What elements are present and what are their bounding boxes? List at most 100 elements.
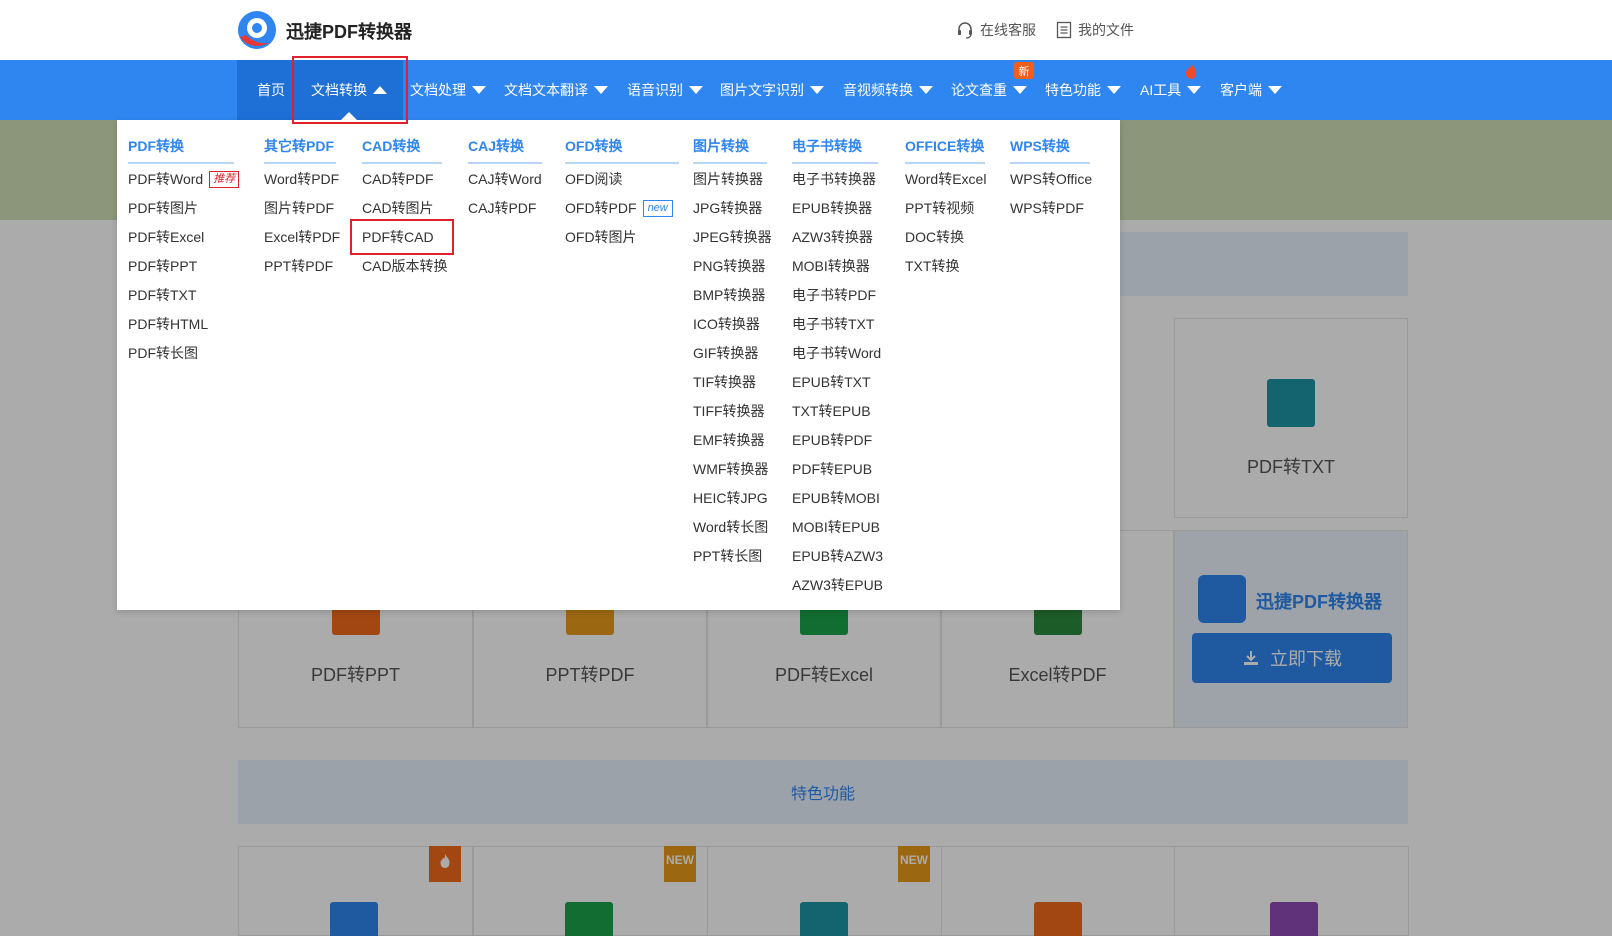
menu-item[interactable]: PPT转PDF <box>264 256 333 276</box>
nav-doc-process-label: 文档处理 <box>410 82 466 98</box>
nav-doc-convert-label: 文档转换 <box>311 82 367 98</box>
menu-item[interactable]: PDF转Word 推荐 <box>128 169 240 189</box>
menu-item[interactable]: Word转Excel <box>905 169 986 189</box>
menu-item[interactable]: ICO转换器 <box>693 314 760 334</box>
col-title-pdf: PDF转换 <box>128 138 184 154</box>
top-header: 迅捷PDF转换器 在线客服 我的文件 <box>0 0 1612 60</box>
online-service-link[interactable]: 在线客服 <box>956 20 1036 40</box>
nav-client[interactable]: 客户端 <box>1220 60 1282 120</box>
chevron-down-icon <box>594 86 608 94</box>
menu-item[interactable]: GIF转换器 <box>693 343 758 363</box>
menu-item[interactable]: PDF转长图 <box>128 343 198 363</box>
menu-item[interactable]: PDF转PPT <box>128 256 197 276</box>
chevron-down-icon <box>689 86 703 94</box>
nav-ocr[interactable]: 图片文字识别 <box>720 60 824 120</box>
menu-item-pdf-to-cad[interactable]: PDF转CAD <box>362 227 434 247</box>
nav-features[interactable]: 特色功能 <box>1045 60 1121 120</box>
nav-doc-convert[interactable]: 文档转换 <box>295 60 403 120</box>
nav-translate[interactable]: 文档文本翻译 <box>504 60 608 120</box>
chevron-down-icon <box>919 86 933 94</box>
menu-item[interactable]: 电子书转TXT <box>792 314 874 334</box>
menu-item[interactable]: BMP转换器 <box>693 285 765 305</box>
menu-item-label: OFD转PDF <box>565 200 637 216</box>
chevron-down-icon <box>472 86 486 94</box>
menu-item[interactable]: PDF转Excel <box>128 227 204 247</box>
menu-item[interactable]: JPG转换器 <box>693 198 762 218</box>
menu-item[interactable]: EPUB转TXT <box>792 372 871 392</box>
menu-item[interactable]: CAD转图片 <box>362 198 434 218</box>
menu-item[interactable]: EMF转换器 <box>693 430 765 450</box>
menu-item[interactable]: 电子书转PDF <box>792 285 876 305</box>
menu-item[interactable]: 图片转换器 <box>693 169 763 189</box>
menu-item[interactable]: PDF转EPUB <box>792 459 872 479</box>
col-title-cad: CAD转换 <box>362 138 421 154</box>
menu-item[interactable]: CAJ转PDF <box>468 198 536 218</box>
menu-item[interactable]: AZW3转换器 <box>792 227 873 247</box>
menu-item[interactable]: TIF转换器 <box>693 372 756 392</box>
divider <box>468 162 542 164</box>
nav-client-label: 客户端 <box>1220 82 1262 98</box>
menu-item[interactable]: PPT转长图 <box>693 546 762 566</box>
col-title-ofd: OFD转换 <box>565 138 623 154</box>
brand-logo-icon[interactable] <box>236 9 278 51</box>
recommend-tag: 推荐 <box>209 170 240 188</box>
nav-speech[interactable]: 语音识别 <box>627 60 703 120</box>
chevron-down-icon <box>1107 86 1121 94</box>
menu-item[interactable]: WPS转PDF <box>1010 198 1084 218</box>
col-title-wps: WPS转换 <box>1010 138 1070 154</box>
nav-thesis-check-label: 论文查重 <box>951 82 1007 98</box>
my-files-link[interactable]: 我的文件 <box>1056 20 1134 40</box>
menu-item[interactable]: HEIC转JPG <box>693 488 768 508</box>
chevron-down-icon <box>1013 86 1027 94</box>
menu-item[interactable]: OFD阅读 <box>565 169 623 189</box>
menu-item[interactable]: TIFF转换器 <box>693 401 765 421</box>
menu-item[interactable]: AZW3转EPUB <box>792 575 883 595</box>
menu-item[interactable]: TXT转换 <box>905 256 959 276</box>
file-list-icon <box>1056 21 1072 39</box>
menu-item[interactable]: EPUB转AZW3 <box>792 546 883 566</box>
menu-item[interactable]: 图片转PDF <box>264 198 334 218</box>
menu-item[interactable]: PDF转图片 <box>128 198 198 218</box>
menu-item[interactable]: EPUB转换器 <box>792 198 872 218</box>
nav-doc-process[interactable]: 文档处理 <box>410 60 486 120</box>
menu-item[interactable]: EPUB转PDF <box>792 430 872 450</box>
menu-item[interactable]: MOBI转EPUB <box>792 517 880 537</box>
divider <box>264 162 336 164</box>
menu-item[interactable]: PPT转视频 <box>905 198 974 218</box>
menu-item[interactable]: DOC转换 <box>905 227 964 247</box>
menu-item[interactable]: CAJ转Word <box>468 169 542 189</box>
menu-item[interactable]: JPEG转换器 <box>693 227 772 247</box>
menu-item[interactable]: Word转PDF <box>264 169 339 189</box>
brand-name[interactable]: 迅捷PDF转换器 <box>286 18 412 44</box>
menu-item[interactable]: TXT转EPUB <box>792 401 871 421</box>
menu-item[interactable]: WPS转Office <box>1010 169 1092 189</box>
menu-item[interactable]: Word转长图 <box>693 517 768 537</box>
menu-item[interactable]: PNG转换器 <box>693 256 765 276</box>
new-badge: 新 <box>1014 62 1034 79</box>
divider <box>792 162 878 164</box>
doc-convert-dropdown: PDF转换 PDF转Word 推荐 PDF转图片 PDF转Excel PDF转PP… <box>117 120 1120 610</box>
menu-item[interactable]: CAD转PDF <box>362 169 434 189</box>
menu-item[interactable]: OFD转PDF new <box>565 198 673 218</box>
headset-icon <box>958 22 972 39</box>
nav-ai-tools-label: AI工具 <box>1140 82 1182 98</box>
col-title-image: 图片转换 <box>693 138 749 154</box>
menu-item[interactable]: 电子书转换器 <box>792 169 876 189</box>
nav-speech-label: 语音识别 <box>627 82 683 98</box>
fire-icon <box>1185 63 1197 79</box>
menu-item[interactable]: EPUB转MOBI <box>792 488 880 508</box>
new-tag: new <box>642 199 673 217</box>
nav-av-convert[interactable]: 音视频转换 <box>843 60 933 120</box>
menu-item[interactable]: 电子书转Word <box>792 343 881 363</box>
divider <box>128 162 234 164</box>
menu-item[interactable]: PDF转HTML <box>128 314 208 334</box>
online-service-label: 在线客服 <box>980 22 1036 38</box>
menu-item-label: PDF转Word <box>128 171 204 187</box>
menu-item[interactable]: PDF转TXT <box>128 285 196 305</box>
divider <box>565 162 679 164</box>
menu-item[interactable]: Excel转PDF <box>264 227 340 247</box>
menu-item[interactable]: WMF转换器 <box>693 459 768 479</box>
menu-item[interactable]: OFD转图片 <box>565 227 637 247</box>
menu-item[interactable]: MOBI转换器 <box>792 256 870 276</box>
menu-item[interactable]: CAD版本转换 <box>362 256 448 276</box>
